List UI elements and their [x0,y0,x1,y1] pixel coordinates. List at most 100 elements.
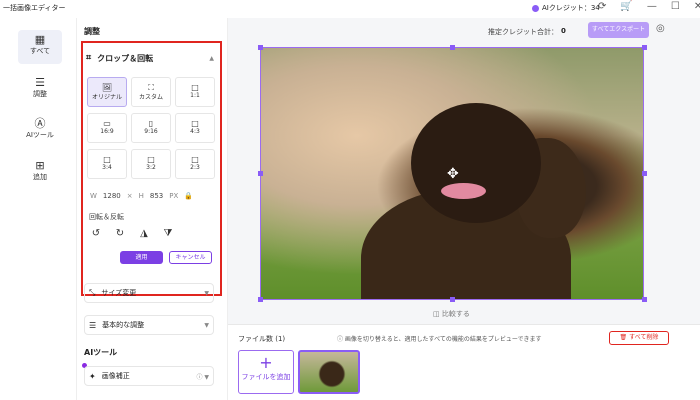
cart-icon[interactable]: 🛒 [620,1,632,12]
add-file-button[interactable]: + ファイルを追加 [238,350,294,394]
move-icon[interactable]: ✥ [447,166,459,182]
sliders-icon: ☰ [35,76,45,89]
ratio-3-2[interactable]: □ 3:2 [131,149,171,179]
chevron-down-icon: ▼ [204,321,209,329]
enhance-icon: ✦ [89,371,96,381]
compare-label: 比較する [441,310,470,318]
flip-vertical-icon[interactable]: ⧩ [159,225,177,243]
compare-icon: ◫ [433,310,440,318]
apply-button[interactable]: 適用 [120,251,163,264]
delete-all-label: すべて削除 [629,334,659,341]
chevron-up-icon: ▲ [209,54,214,62]
resize-icon: ⤡ [89,288,96,297]
sidebar-item-adjust[interactable]: ☰ 調整 [18,73,62,107]
sidebar-item-add[interactable]: ⊞ 追加 [18,156,62,190]
maximize-icon[interactable]: ☐ [671,1,680,12]
portrait-icon: ▯ [148,119,154,128]
crop-handle[interactable] [258,297,263,302]
width-label: W [90,192,97,200]
ratio-label: 1:1 [190,92,200,99]
ratio-label: 16:9 [100,128,114,135]
enhance-section[interactable]: ✦ 画像補正 ⓘ ▼ [84,366,214,386]
ratio-label: 3:2 [146,164,156,171]
left-sidebar: ▦ すべて ☰ 調整 Ⓐ AIツール ⊞ 追加 [0,18,77,400]
plus-icon: + [259,353,273,372]
crop-handle[interactable] [258,45,263,50]
height-label: H [138,192,144,200]
ai-icon: Ⓐ [34,117,46,130]
crop-handle[interactable] [642,171,647,176]
adjust-panel: 調整 ⌗ クロップ＆回転 ▲ 🖼 オリジナル ⛶ カスタム □ 1:1 ▭ 16:9 ▯… [77,18,228,400]
sidebar-item-label: すべて [29,47,51,55]
ratio-4-3[interactable]: □ 4:3 [175,113,215,143]
dog-tongue [441,183,486,199]
section-label: クロップ＆回転 [97,53,154,63]
rotate-left-icon[interactable]: ↺ [87,225,105,243]
delete-all-button[interactable]: 🗑 すべて削除 [609,331,669,345]
file-strip: ファイル数 (1) ⓘ 画像を切り替えると、適用したすべての機能の結果をプレビュ… [228,324,700,400]
crop-frame-icon: ⛶ [148,83,154,92]
ratio-1-1[interactable]: □ 1:1 [175,77,215,107]
minimize-icon[interactable]: — [647,1,657,12]
sidebar-item-ai-tools[interactable]: Ⓐ AIツール [18,114,62,148]
section-label: 基本的な調整 [102,321,145,329]
sidebar-item-all[interactable]: ▦ すべて [18,30,62,64]
lock-icon[interactable]: 🔒 [184,192,193,200]
close-icon[interactable]: ✕ [694,1,700,12]
landscape-icon: □ [147,155,155,164]
ratio-9-16[interactable]: ▯ 9:16 [131,113,171,143]
compare-toggle[interactable]: ◫ 比較する [433,309,470,319]
dog-head [411,103,541,223]
export-all-button[interactable]: すべてエクスポート [588,22,649,38]
portrait-icon: □ [191,155,199,164]
ratio-label: 9:16 [144,128,158,135]
ratio-custom[interactable]: ⛶ カスタム [131,77,171,107]
app-title: 一括画像エディター [3,4,66,12]
sidebar-item-label: AIツール [26,131,54,139]
flip-horizontal-icon[interactable]: ◮ [135,225,153,243]
refresh-icon[interactable]: ⟳ [598,1,606,12]
ratio-16-9[interactable]: ▭ 16:9 [87,113,127,143]
landscape-icon: □ [191,119,199,128]
ai-credits-label: AIクレジット：34 [542,4,600,12]
crop-handle[interactable] [450,297,455,302]
ratio-original[interactable]: 🖼 オリジナル [87,77,127,107]
section-label: サイズ変更 [101,289,137,297]
ratio-label: 2:3 [190,164,200,171]
times-sign: × [126,192,133,200]
crop-icon: ⌗ [86,53,92,63]
ai-credits: AIクレジット：34 [532,3,600,13]
hint-text: 画像を切り替えると、適用したすべての機能の結果をプレビューできます [344,336,542,343]
crop-handle[interactable] [258,171,263,176]
sidebar-item-label: 追加 [33,173,47,181]
estimated-credits-label: 推定クレジット合計： [488,28,558,36]
crop-rotate-header[interactable]: ⌗ クロップ＆回転 ▲ [86,48,214,68]
preview-image[interactable]: ✥ [260,47,644,300]
plus-icon: ⊞ [35,159,45,172]
info-chevron-icon: ⓘ ▼ [196,373,209,381]
title-bar: 一括画像エディター AIクレジット：34 ⟳ 🛒 — ☐ ✕ [0,0,700,18]
file-count: ファイル数 (1) [238,335,286,343]
image-thumbnail[interactable] [298,350,360,394]
unit-label: PX [169,192,179,200]
panel-title: 調整 [84,27,100,36]
dimension-fields: W 1280 × H 853 PX 🔒 [90,192,216,200]
square-icon: □ [191,83,199,92]
crop-handle[interactable] [642,297,647,302]
trash-icon: 🗑 [619,334,628,341]
ratio-3-4[interactable]: □ 3:4 [87,149,127,179]
crop-handle[interactable] [450,45,455,50]
crop-handle[interactable] [642,45,647,50]
ratio-label: 4:3 [190,128,200,135]
height-input[interactable]: 853 [150,192,163,200]
settings-icon[interactable]: ◎ [656,23,665,34]
basic-adjust-section[interactable]: ☰ 基本的な調整 ▼ [84,315,214,335]
ratio-2-3[interactable]: □ 2:3 [175,149,215,179]
cancel-button[interactable]: キャンセル [169,251,212,264]
resize-section[interactable]: ⤡ サイズ変更 ▼ [84,283,214,303]
section-label: 画像補正 [101,372,130,380]
image-icon: 🖼 [101,83,113,92]
estimated-credits-value: 0 [561,27,566,35]
rotate-right-icon[interactable]: ↻ [111,225,129,243]
width-input[interactable]: 1280 [103,192,121,200]
